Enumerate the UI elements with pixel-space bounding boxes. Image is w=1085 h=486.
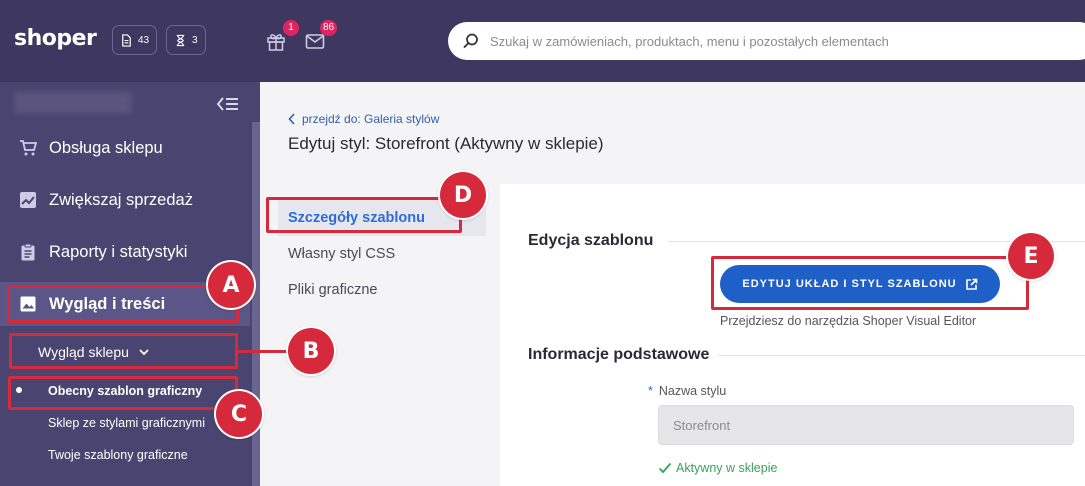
style-name-label-text: Nazwa stylu <box>658 384 727 398</box>
back-link[interactable]: przejdź do: Galeria stylów <box>288 112 439 126</box>
document-icon <box>122 33 131 47</box>
search-bar[interactable] <box>448 22 1085 60</box>
template-panel: Edycja szablonu EDYTUJ UKŁAD I STYL SZAB… <box>500 184 1085 486</box>
back-link-label: przejdź do: Galeria stylów <box>302 112 440 126</box>
sidebar-item-increase-sales[interactable]: Zwiększaj sprzedaż <box>0 178 250 222</box>
status-active: Aktywny w sklepie <box>658 461 777 475</box>
section-title-basic-info: Informacje podstawowe <box>528 346 710 363</box>
connector-b <box>236 350 290 353</box>
marker-a: A <box>208 262 254 308</box>
cart-icon <box>20 140 37 156</box>
marker-b: B <box>288 328 334 374</box>
gift-icon[interactable] <box>265 30 287 52</box>
highlight-c <box>8 376 238 410</box>
collapse-sidebar-icon[interactable] <box>216 94 240 114</box>
hourglass-icon <box>176 34 185 46</box>
marker-d: D <box>440 172 486 218</box>
tasks-counter[interactable]: 3 <box>166 25 206 55</box>
chart-icon <box>20 192 36 208</box>
checkmark-icon <box>658 462 672 474</box>
documents-count: 43 <box>138 34 150 46</box>
sidebar-item-label: Zwiększaj sprzedaż <box>49 190 193 209</box>
page-title: Edytuj styl: Storefront (Aktywny w sklep… <box>288 134 604 153</box>
sidebar-item-label: Obsługa sklepu <box>49 138 163 157</box>
documents-counter[interactable]: 43 <box>112 25 158 55</box>
tasks-count: 3 <box>192 34 198 46</box>
sidebar-item-reports[interactable]: Raporty i statystyki <box>0 230 250 274</box>
highlight-d <box>266 197 462 233</box>
style-name-field[interactable] <box>658 405 1074 445</box>
sidebar-item-store-service[interactable]: Obsługa sklepu <box>0 126 250 170</box>
top-bar: shoper 43 3 1 86 <box>0 0 1085 82</box>
shoper-logo[interactable]: shoper <box>14 26 97 51</box>
tab-custom-css[interactable]: Własny styl CSS <box>278 236 486 272</box>
section-divider <box>718 355 1085 356</box>
highlight-b <box>9 333 238 369</box>
gift-badge: 1 <box>283 20 299 36</box>
required-marker: * <box>648 384 653 398</box>
search-input[interactable] <box>490 33 1050 49</box>
clipboard-icon <box>21 243 35 261</box>
style-name-label: * Nazwa stylu <box>648 384 726 398</box>
highlight-a <box>7 285 239 323</box>
status-label: Aktywny w sklepie <box>676 461 778 475</box>
search-icon <box>463 33 478 48</box>
tab-graphic-files[interactable]: Pliki graficzne <box>278 272 486 308</box>
shop-name-blurred <box>14 92 132 114</box>
marker-c: C <box>216 391 262 437</box>
sidebar-item-label: Raporty i statystyki <box>49 242 188 261</box>
highlight-e <box>711 256 1029 310</box>
edit-hint-text: Przejdziesz do narzędzia Shoper Visual E… <box>720 314 977 328</box>
section-title-edit: Edycja szablonu <box>528 232 654 249</box>
subitem-style-shop[interactable]: Sklep ze stylami graficznymi <box>48 416 205 430</box>
subitem-your-templates[interactable]: Twoje szablony graficzne <box>48 448 188 462</box>
marker-e: E <box>1008 233 1054 279</box>
mail-badge: 86 <box>320 20 338 36</box>
chevron-left-icon <box>288 113 295 125</box>
